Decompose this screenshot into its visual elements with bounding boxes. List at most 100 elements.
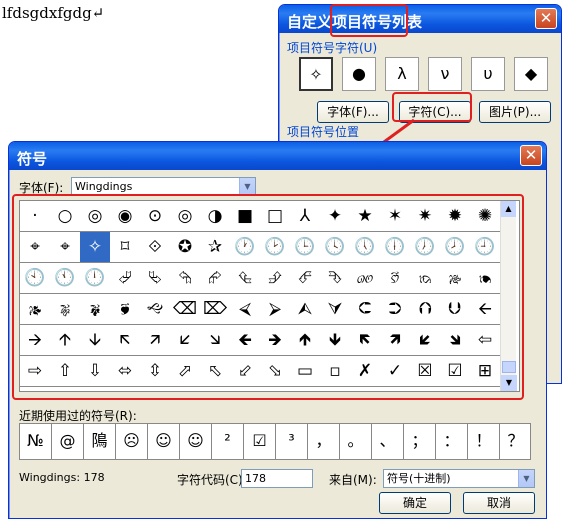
symbol-cell[interactable]: ⮴ <box>230 263 261 294</box>
recent-symbol-cell[interactable]: ☺ <box>180 424 212 459</box>
symbol-cell[interactable]: ⇧ <box>50 356 81 387</box>
symbol-cell[interactable]: ☒ <box>410 356 441 387</box>
symbol-cell[interactable]: ✦ <box>320 201 351 232</box>
symbol-cell[interactable]: ✷ <box>410 201 441 232</box>
symbol-cell[interactable]: ⮳ <box>200 263 231 294</box>
symbol-cell[interactable]: ⊙ <box>140 201 171 232</box>
symbol-cell[interactable]: ⅄ <box>290 201 321 232</box>
symbol-cell[interactable]: 🡫 <box>80 325 111 356</box>
recent-symbol-cell[interactable]: @ <box>52 424 84 459</box>
font-select[interactable]: Wingdings ▼ <box>71 177 256 196</box>
close-icon[interactable]: ✕ <box>520 145 542 166</box>
symbol-cell[interactable]: 🕕 <box>380 232 411 263</box>
symbol-cell[interactable]: 🡼 <box>350 325 381 356</box>
symbol-cell[interactable]: ⮷ <box>320 263 351 294</box>
symbol-cell[interactable]: ⬃ <box>230 356 261 387</box>
symbol-cell[interactable]: ⬂ <box>260 356 291 387</box>
symbol-cell[interactable]: ⟐ <box>140 232 171 263</box>
recent-symbol-cell[interactable]: ； <box>404 424 436 459</box>
symbol-cell[interactable]: 🕖 <box>410 232 441 263</box>
symbol-cell[interactable]: ⌑ <box>110 232 141 263</box>
symbol-cell[interactable]: 🙗 <box>80 294 111 325</box>
recent-symbol-cell[interactable]: ☺ <box>148 424 180 459</box>
symbol-cell[interactable]: ⇩ <box>80 356 111 387</box>
symbol-cell[interactable]: 🙕 <box>20 294 51 325</box>
symbol-cell[interactable]: ⮰ <box>110 263 141 294</box>
symbol-cell[interactable]: ◎ <box>170 201 201 232</box>
symbol-cell[interactable]: 🕒 <box>290 232 321 263</box>
cancel-button[interactable]: 取消 <box>463 492 535 514</box>
grid-scrollbar[interactable]: ▲ ▼ <box>500 201 517 391</box>
symbol-cell[interactable]: ☑ <box>440 356 471 387</box>
symbol-cell[interactable]: ⌖ <box>50 232 81 263</box>
symbol-cell[interactable]: ⌫ <box>170 294 201 325</box>
bullet-symbol-option[interactable]: ● <box>342 57 376 91</box>
symbol-cell[interactable]: ⊞ <box>470 356 501 387</box>
symbol-cell[interactable]: ⮶ <box>290 263 321 294</box>
char-code-input[interactable]: 178 <box>241 469 313 488</box>
scroll-down-icon[interactable]: ▼ <box>501 375 517 391</box>
symbol-cell[interactable]: 🡩 <box>50 325 81 356</box>
chevron-down-icon[interactable]: ▼ <box>518 470 534 487</box>
symbol-cell[interactable]: ⮱ <box>140 263 171 294</box>
close-icon[interactable]: ✕ <box>535 8 557 29</box>
symbol-cell[interactable]: ○ <box>50 201 81 232</box>
symbol-cell[interactable]: ⇦ <box>470 325 501 356</box>
symbol-cell[interactable]: 🕑 <box>260 232 291 263</box>
symbol-cell[interactable]: 🡿 <box>410 325 441 356</box>
symbol-cell[interactable]: ✓ <box>380 356 411 387</box>
symbol-cell[interactable]: 🙘 <box>110 294 141 325</box>
recent-symbol-cell[interactable]: ² <box>212 424 244 459</box>
symbol-cell[interactable]: 🙓 <box>440 263 471 294</box>
symbol-cell[interactable]: ⮚ <box>260 294 291 325</box>
symbol-cell[interactable]: 🙖 <box>50 294 81 325</box>
symbol-cell[interactable]: ⌖ <box>20 232 51 263</box>
picture-button[interactable]: 图片(P)... <box>479 101 551 123</box>
symbol-cell[interactable]: ⮛ <box>320 294 351 325</box>
symbol-cell[interactable]: 🕙 <box>20 263 51 294</box>
symbol-cell[interactable]: ⮋ <box>440 294 471 325</box>
recent-symbol-cell[interactable]: 隝 <box>84 424 116 459</box>
font-button[interactable]: 字体(F)... <box>317 101 389 123</box>
symbol-cell[interactable]: ⮘ <box>230 294 261 325</box>
symbol-cell[interactable]: 🙔 <box>470 263 501 294</box>
bullet-symbol-option[interactable]: υ <box>471 57 505 91</box>
from-select[interactable]: 符号(十进制) ▼ <box>383 469 535 488</box>
recent-symbol-cell[interactable]: 、 <box>372 424 404 459</box>
recent-symbol-cell[interactable]: № <box>20 424 52 459</box>
symbol-cell[interactable]: 🡭 <box>140 325 171 356</box>
symbol-cell[interactable]: ⇨ <box>20 356 51 387</box>
symbol-cell[interactable]: ⬄ <box>110 356 141 387</box>
symbol-cell[interactable]: ▫ <box>320 356 351 387</box>
symbol-cell[interactable]: ✗ <box>350 356 381 387</box>
symbol-cell[interactable]: ⬀ <box>170 356 201 387</box>
symbol-cell[interactable]: 🡺 <box>260 325 291 356</box>
recent-symbol-cell[interactable]: ！ <box>468 424 500 459</box>
symbol-cell[interactable]: ⮙ <box>290 294 321 325</box>
character-button[interactable]: 字符(C)... <box>399 101 471 123</box>
symbol-cell[interactable]: 🕘 <box>470 232 501 263</box>
chevron-down-icon[interactable]: ▼ <box>239 178 255 195</box>
symbol-cell[interactable]: 🙙 <box>140 294 171 325</box>
symbol-cell[interactable]: ✧ <box>80 232 111 263</box>
recent-symbol-cell[interactable]: ， <box>308 424 340 459</box>
symbol-cell[interactable]: ◉ <box>110 201 141 232</box>
symbol-cell[interactable]: 🡽 <box>380 325 411 356</box>
symbol-cell[interactable]: 🕚 <box>50 263 81 294</box>
recent-symbol-cell[interactable]: ☑ <box>244 424 276 459</box>
symbol-cell[interactable]: 🕔 <box>350 232 381 263</box>
symbol-cell[interactable]: 🕗 <box>440 232 471 263</box>
symbol-cell[interactable]: ⇳ <box>140 356 171 387</box>
symbol-cell[interactable]: 🕐 <box>230 232 261 263</box>
symbol-cell[interactable]: 🡯 <box>170 325 201 356</box>
symbol-cell[interactable]: 🡪 <box>20 325 51 356</box>
symbol-cell[interactable]: ⮈ <box>350 294 381 325</box>
symbol-cell[interactable]: ◎ <box>80 201 111 232</box>
symbol-cell[interactable]: 🕓 <box>320 232 351 263</box>
symbol-cell[interactable]: □ <box>260 201 291 232</box>
symbol-cell[interactable]: ✰ <box>200 232 231 263</box>
bullet-symbol-option[interactable]: ν <box>428 57 462 91</box>
symbol-cell[interactable]: ⮊ <box>380 294 411 325</box>
bullet-symbol-option[interactable]: ◆ <box>514 57 548 91</box>
symbol-cell[interactable]: 🡨 <box>470 294 501 325</box>
